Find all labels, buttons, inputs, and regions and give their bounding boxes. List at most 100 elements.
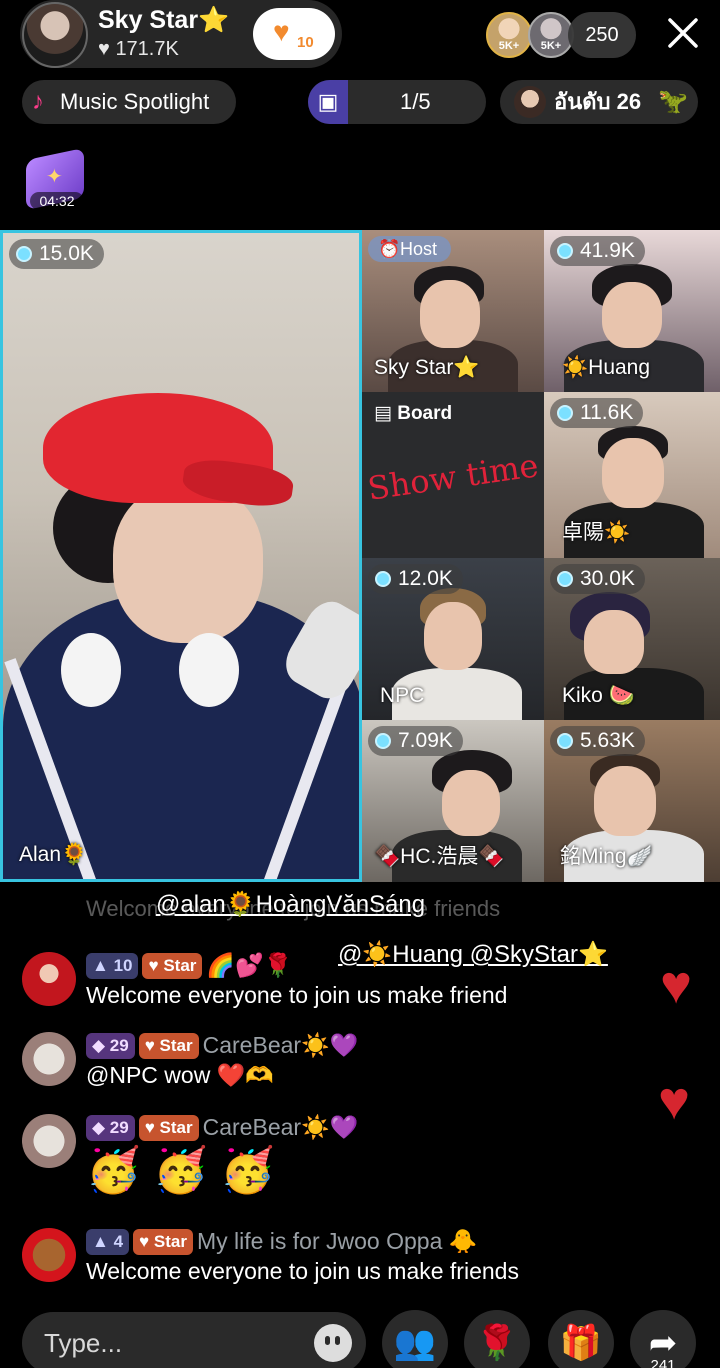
- eye-icon: [16, 246, 32, 262]
- floating-heart-icon: ♥: [658, 1071, 691, 1131]
- bow-icon: ✦: [46, 166, 63, 188]
- triangle-icon: ▲: [92, 1231, 114, 1251]
- rose-button[interactable]: 🌹: [464, 1310, 530, 1368]
- eye-icon: [375, 733, 391, 749]
- heart-icon: ♥: [98, 38, 110, 60]
- face: [442, 770, 500, 836]
- star-tag: ♥ Star: [142, 952, 203, 979]
- chat-username[interactable]: 🌈💕🌹: [206, 952, 292, 979]
- like-count: 10: [297, 34, 314, 51]
- mention-overlay[interactable]: @☀️Huang @SkyStar⭐: [338, 940, 608, 969]
- music-spotlight-button[interactable]: ♪ Music Spotlight: [22, 80, 236, 124]
- fan-icon: ♥: [148, 955, 164, 975]
- guest-name: ☀️Huang: [562, 356, 651, 379]
- star-tag-label: Star: [163, 955, 197, 975]
- video-tile-main[interactable]: 15.0K Alan🌻: [0, 230, 362, 882]
- view-count: 41.9K: [580, 239, 635, 262]
- video-tile-huang[interactable]: 41.9K ☀️Huang: [544, 230, 720, 392]
- level-number: 10: [113, 955, 133, 975]
- viewer-count[interactable]: 250: [568, 12, 636, 58]
- level-badge: ◆ 29: [86, 1114, 135, 1141]
- chat-username[interactable]: CareBear☀️💜: [203, 1114, 359, 1141]
- comment-box[interactable]: [22, 1312, 366, 1368]
- guest-name: 卓陽☀️: [562, 521, 631, 544]
- view-count-badge: 11.6K: [550, 398, 644, 428]
- guest-name: Alan🌻: [19, 843, 88, 866]
- view-count: 12.0K: [398, 567, 453, 590]
- face: [594, 766, 656, 836]
- star-tag: ♥ Star: [138, 1114, 199, 1141]
- guests-button[interactable]: 👥: [382, 1310, 448, 1368]
- gift-icon: 🎁: [559, 1324, 603, 1362]
- chat-avatar[interactable]: [22, 1228, 76, 1282]
- rank-button[interactable]: อันดับ 26 🦖: [500, 80, 698, 124]
- video-tile-zhuo[interactable]: 11.6K 卓陽☀️: [544, 392, 720, 558]
- close-icon[interactable]: [664, 14, 702, 52]
- chat-avatar[interactable]: [22, 1032, 76, 1086]
- view-count: 7.09K: [398, 729, 453, 752]
- chat-username[interactable]: CareBear☀️💜: [203, 1032, 359, 1059]
- host-likes-count: 171.7K: [115, 38, 179, 60]
- video-tile-kiko[interactable]: 30.0K Kiko 🍉: [544, 558, 720, 720]
- rank-label: อันดับ 26: [554, 89, 642, 114]
- guest-name: 銘Ming🪽: [560, 845, 653, 868]
- chat-avatar[interactable]: [22, 1114, 76, 1168]
- host-avatar[interactable]: [22, 2, 88, 68]
- face: [113, 483, 263, 643]
- board-tile[interactable]: ▤ Board Show time: [362, 392, 544, 558]
- board-progress-button[interactable]: ▣ 1/5: [308, 80, 486, 124]
- chat-meta: ▲ 10 ♥ Star 🌈💕🌹: [86, 952, 292, 980]
- emoji-icon[interactable]: [314, 1324, 352, 1362]
- video-tile-host[interactable]: ⏰ Host Sky Star⭐: [362, 230, 544, 392]
- board-text: Show time: [365, 446, 541, 508]
- view-count-badge: 12.0K: [368, 564, 463, 594]
- view-count-badge: 30.0K: [550, 564, 645, 594]
- music-note-icon: ♪: [32, 88, 44, 115]
- top-viewer-avatar[interactable]: 5K+: [486, 12, 532, 58]
- level-badge: ▲ 4: [86, 1228, 130, 1255]
- host-likes: ♥ 171.7K: [98, 38, 179, 61]
- view-count: 11.6K: [580, 401, 634, 424]
- star-tag: ♥ Star: [133, 1228, 193, 1255]
- rose-icon: 🌹: [475, 1324, 519, 1362]
- chat-username[interactable]: My life is for Jwoo Oppa 🐥: [197, 1228, 477, 1255]
- treasure-icon: ▣: [308, 80, 348, 124]
- chat-text: Welcome everyone to join us make friends: [86, 1258, 519, 1284]
- eye-icon: [557, 733, 573, 749]
- guest-name: Kiko 🍉: [562, 684, 635, 707]
- view-count-badge: 41.9K: [550, 236, 645, 266]
- gift-button[interactable]: 🎁: [548, 1310, 614, 1368]
- gift-box[interactable]: ✦ 04:32: [22, 147, 88, 212]
- comment-input[interactable]: [44, 1322, 314, 1364]
- mention-overlay[interactable]: @alan🌻HoàngVănSáng: [156, 890, 425, 919]
- fan-icon: ♥: [144, 1035, 160, 1055]
- share-count: 241: [650, 1357, 676, 1368]
- video-tile-hc[interactable]: 7.09K 🍫HC.浩晨🍫: [362, 720, 544, 882]
- like-button[interactable]: ♥ 10: [253, 8, 335, 60]
- chat-meta: ◆ 29 ♥ Star CareBear☀️💜: [86, 1114, 358, 1142]
- eye-icon: [557, 243, 573, 259]
- viewer-badge: 5K+: [540, 40, 562, 52]
- alarm-icon: ⏰: [378, 239, 401, 259]
- level-number: 29: [109, 1035, 129, 1055]
- view-count-badge: 15.0K: [9, 239, 104, 269]
- star-tag: ♥ Star: [138, 1032, 199, 1059]
- music-spotlight-label: Music Spotlight: [60, 89, 210, 114]
- viewer-badge: 5K+: [498, 40, 520, 52]
- video-tile-ming[interactable]: 5.63K 銘Ming🪽: [544, 720, 720, 882]
- chat-avatar[interactable]: [22, 952, 76, 1006]
- level-number: 4: [113, 1231, 124, 1251]
- share-button[interactable]: ➦ 241: [630, 1310, 696, 1368]
- fan-icon: ♥: [144, 1117, 160, 1137]
- star-tag-label: Star: [159, 1117, 193, 1137]
- view-count: 30.0K: [580, 567, 635, 590]
- level-number: 29: [109, 1117, 129, 1137]
- video-tile-npc[interactable]: 12.0K NPC: [362, 558, 544, 720]
- people-icon: 👥: [393, 1324, 437, 1362]
- chat-meta: ◆ 29 ♥ Star CareBear☀️💜: [86, 1032, 358, 1060]
- star-tag-label: Star: [153, 1231, 187, 1251]
- diamond-icon: ◆: [92, 1117, 110, 1137]
- board-label-text: Board: [397, 403, 453, 424]
- view-count: 15.0K: [39, 242, 94, 265]
- gift-timer: 04:32: [30, 192, 84, 210]
